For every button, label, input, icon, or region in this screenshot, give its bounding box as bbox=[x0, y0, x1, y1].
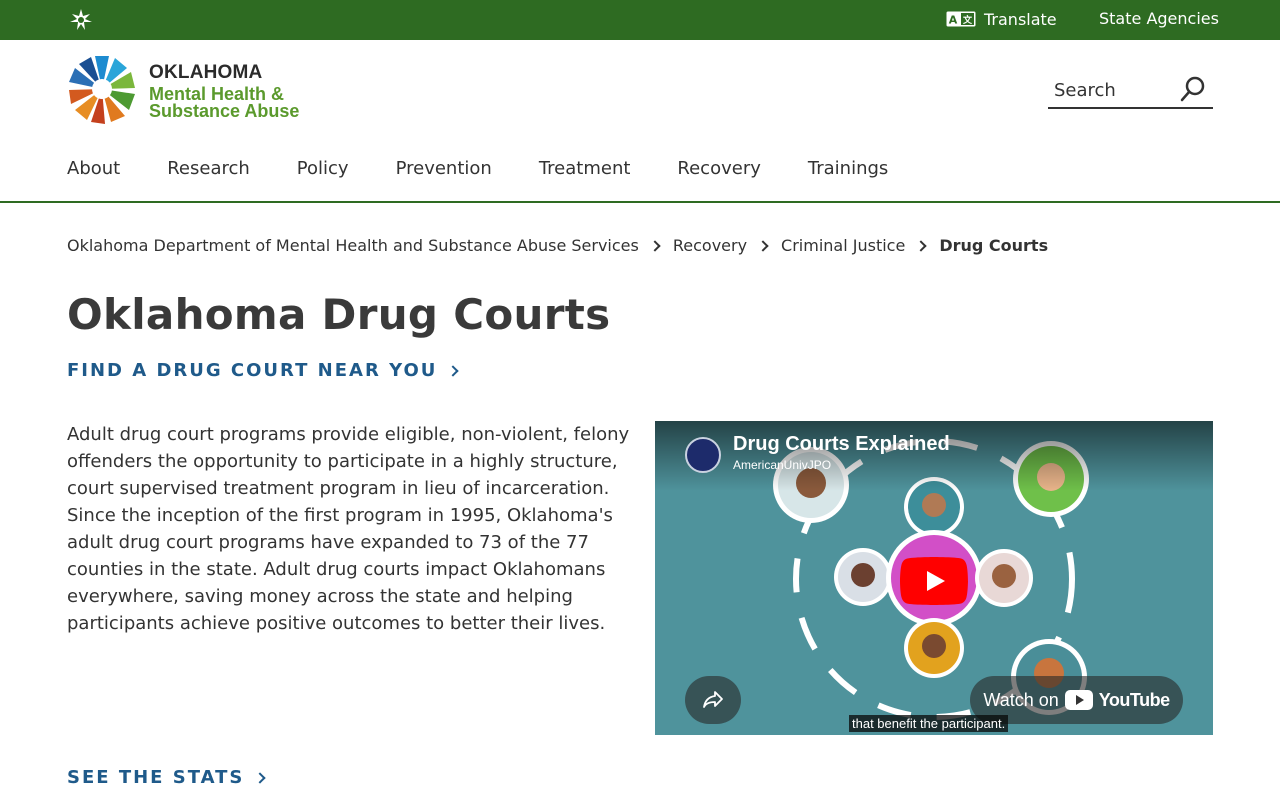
find-drug-court-label: FIND A DRUG COURT NEAR YOU bbox=[67, 360, 438, 381]
youtube-video-embed[interactable]: Drug Courts Explained AmericanUnivJPO Wa… bbox=[655, 421, 1213, 735]
search-box bbox=[1048, 72, 1213, 109]
svg-text:A: A bbox=[949, 14, 958, 27]
video-channel-name[interactable]: AmericanUnivJPO bbox=[733, 458, 831, 472]
youtube-wordmark: YouTube bbox=[1098, 689, 1170, 710]
state-agencies-link[interactable]: State Agencies bbox=[1099, 9, 1219, 28]
search-icon bbox=[1180, 76, 1205, 102]
oklahoma-star-icon[interactable] bbox=[68, 8, 94, 32]
share-icon bbox=[703, 690, 723, 708]
logo-star-icon bbox=[69, 56, 135, 124]
chevron-right-icon bbox=[757, 239, 769, 252]
main-navigation: About Research Policy Prevention Treatme… bbox=[67, 158, 935, 184]
nav-divider bbox=[0, 201, 1280, 203]
site-logo[interactable]: OKLAHOMA Mental Health & Substance Abuse bbox=[67, 54, 317, 126]
breadcrumb-item-criminal-justice[interactable]: Criminal Justice bbox=[781, 236, 905, 255]
play-button[interactable] bbox=[900, 557, 968, 605]
breadcrumb-current: Drug Courts bbox=[939, 236, 1049, 255]
page-title: Oklahoma Drug Courts bbox=[67, 290, 611, 339]
nav-item-recovery[interactable]: Recovery bbox=[677, 158, 760, 184]
youtube-icon bbox=[1064, 690, 1093, 710]
logo-text-oklahoma: OKLAHOMA bbox=[149, 62, 263, 83]
video-header-shade bbox=[655, 421, 1213, 491]
nav-item-trainings[interactable]: Trainings bbox=[808, 158, 888, 184]
nav-item-prevention[interactable]: Prevention bbox=[396, 158, 492, 184]
nav-item-about[interactable]: About bbox=[67, 158, 120, 184]
share-button[interactable] bbox=[685, 676, 741, 724]
logo-text-substance-abuse: Substance Abuse bbox=[149, 101, 300, 121]
see-the-stats-label: SEE THE STATS bbox=[67, 767, 245, 788]
translate-button[interactable]: A 文 Translate bbox=[946, 8, 1057, 30]
nav-item-research[interactable]: Research bbox=[167, 158, 250, 184]
channel-avatar[interactable] bbox=[685, 437, 721, 473]
find-drug-court-link[interactable]: FIND A DRUG COURT NEAR YOU bbox=[67, 360, 460, 381]
search-button[interactable] bbox=[1179, 75, 1207, 103]
top-utility-bar: A 文 Translate State Agencies bbox=[0, 0, 1280, 40]
search-input[interactable] bbox=[1054, 76, 1174, 104]
nav-item-treatment[interactable]: Treatment bbox=[539, 158, 631, 184]
translate-label: Translate bbox=[984, 9, 1057, 29]
breadcrumb: Oklahoma Department of Mental Health and… bbox=[67, 236, 1048, 255]
video-caption: that benefit the participant. bbox=[849, 715, 1009, 732]
chevron-right-icon bbox=[254, 771, 267, 784]
svg-text:文: 文 bbox=[962, 14, 973, 26]
watch-on-label: Watch on bbox=[983, 689, 1059, 710]
chevron-right-icon bbox=[915, 239, 927, 252]
play-icon bbox=[900, 557, 968, 605]
breadcrumb-item-odmhsas[interactable]: Oklahoma Department of Mental Health and… bbox=[67, 236, 639, 255]
see-the-stats-link[interactable]: SEE THE STATS bbox=[67, 767, 267, 788]
chevron-right-icon bbox=[447, 364, 460, 377]
video-title[interactable]: Drug Courts Explained bbox=[733, 433, 950, 456]
chevron-right-icon bbox=[649, 239, 661, 252]
intro-paragraph: Adult drug court programs provide eligib… bbox=[67, 424, 630, 634]
translate-icon: A 文 bbox=[946, 11, 976, 27]
nav-item-policy[interactable]: Policy bbox=[297, 158, 349, 184]
breadcrumb-item-recovery[interactable]: Recovery bbox=[673, 236, 747, 255]
